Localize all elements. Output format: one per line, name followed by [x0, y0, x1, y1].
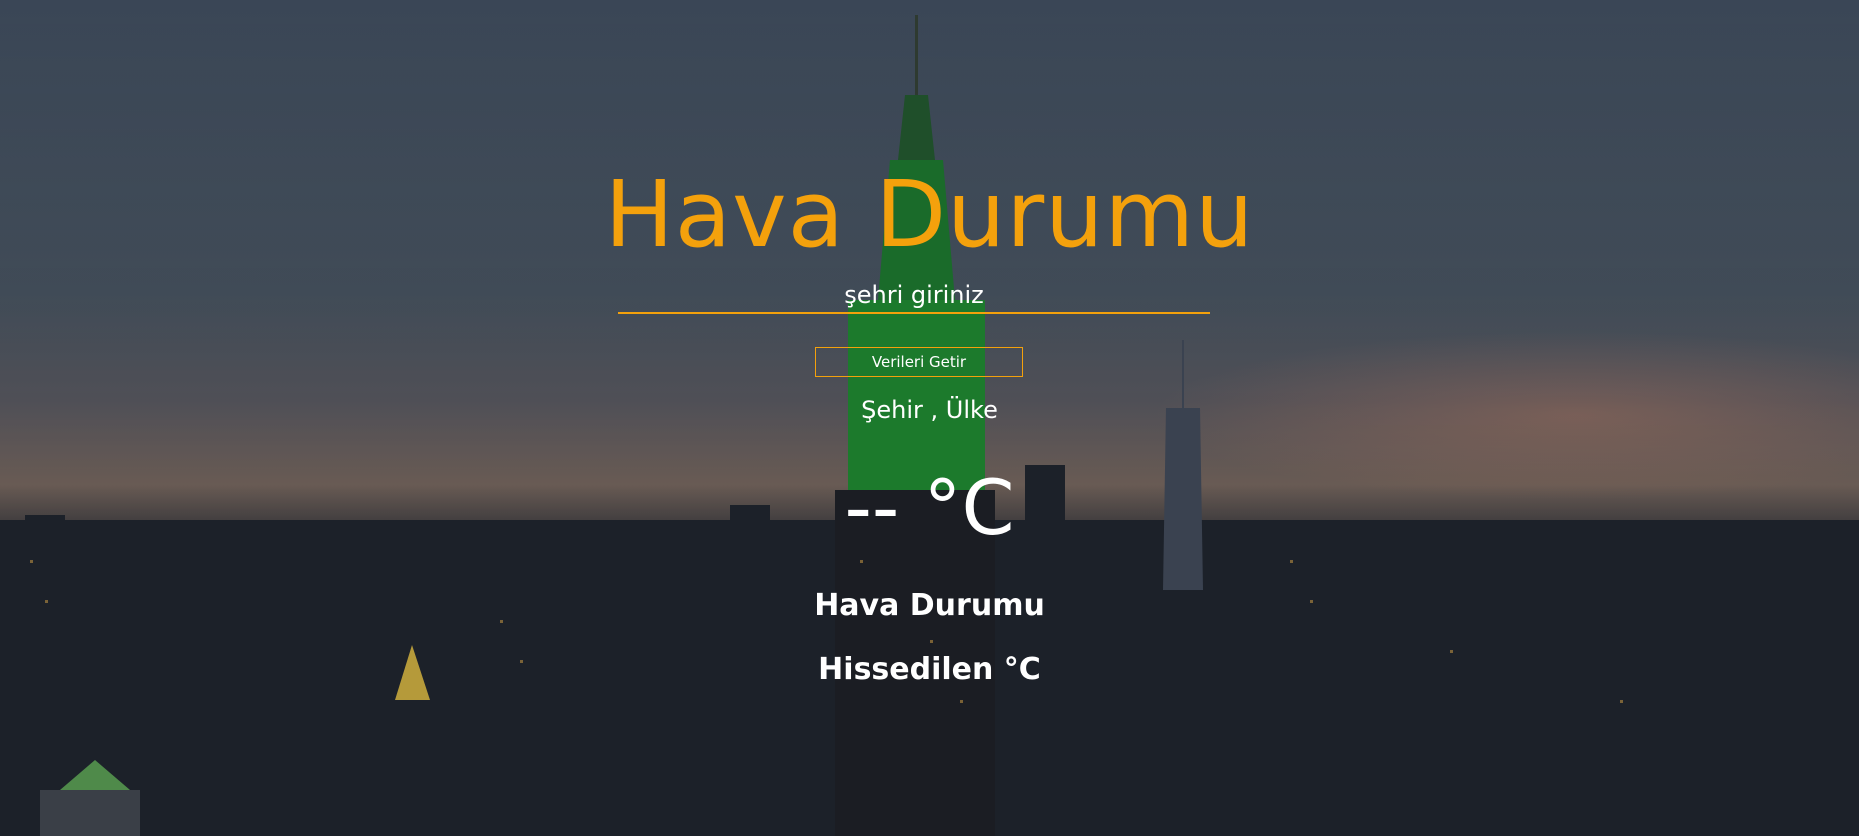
app-title: Hava Durumu — [604, 161, 1255, 268]
feels-like-temperature: Hissedilen °C — [818, 652, 1041, 687]
city-search-input[interactable] — [618, 278, 1210, 314]
weather-condition: Hava Durumu — [814, 588, 1045, 623]
temperature-value: -- °C — [844, 463, 1015, 552]
fetch-data-button[interactable]: Verileri Getir — [815, 347, 1023, 377]
location-label: Şehir , Ülke — [861, 396, 998, 424]
weather-app: Hava Durumu Verileri Getir Şehir , Ülke … — [0, 0, 1859, 836]
